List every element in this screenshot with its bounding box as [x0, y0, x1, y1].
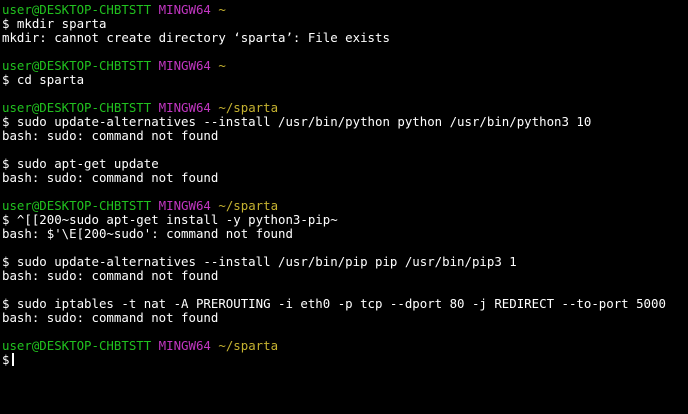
command-line: $ ^[[200~sudo apt-get install -y python3… — [2, 212, 338, 227]
prompt-path: ~/sparta — [218, 198, 279, 213]
prompt-user-host: user@DESKTOP-CHBTSTT — [2, 198, 152, 213]
command-block: $ sudo iptables -t nat -A PREROUTING -i … — [2, 297, 688, 325]
text-cursor — [12, 353, 15, 366]
command-output: bash: sudo: command not found — [2, 268, 219, 283]
prompt-symbol: $ — [2, 352, 10, 367]
prompt-shell: MINGW64 — [158, 2, 211, 17]
command-block: user@DESKTOP-CHBTSTT MINGW64 ~/sparta $ … — [2, 199, 688, 241]
prompt-line: user@DESKTOP-CHBTSTT MINGW64 ~ — [2, 59, 688, 73]
prompt-path: ~ — [218, 2, 226, 17]
command-block: user@DESKTOP-CHBTSTT MINGW64 ~/sparta $ … — [2, 101, 688, 143]
prompt-user-host: user@DESKTOP-CHBTSTT — [2, 58, 152, 73]
command-block: user@DESKTOP-CHBTSTT MINGW64 ~ $ mkdir s… — [2, 3, 688, 45]
command-line: $ cd sparta — [2, 72, 85, 87]
command-line: $ sudo update-alternatives --install /us… — [2, 254, 517, 269]
command-output: bash: sudo: command not found — [2, 170, 219, 185]
prompt-shell: MINGW64 — [158, 198, 211, 213]
prompt-line: user@DESKTOP-CHBTSTT MINGW64 ~/sparta — [2, 101, 688, 115]
command-output: bash: sudo: command not found — [2, 310, 219, 325]
command-output: bash: sudo: command not found — [2, 128, 219, 143]
command-line: $ sudo iptables -t nat -A PREROUTING -i … — [2, 296, 666, 311]
prompt-user-host: user@DESKTOP-CHBTSTT — [2, 100, 152, 115]
prompt-shell: MINGW64 — [158, 100, 211, 115]
prompt-shell: MINGW64 — [158, 58, 211, 73]
command-block: $ sudo apt-get update bash: sudo: comman… — [2, 157, 688, 185]
input-line[interactable]: $ — [2, 353, 688, 367]
prompt-line: user@DESKTOP-CHBTSTT MINGW64 ~/sparta — [2, 199, 688, 213]
prompt-line: user@DESKTOP-CHBTSTT MINGW64 ~/sparta — [2, 339, 688, 353]
prompt-line: user@DESKTOP-CHBTSTT MINGW64 ~ — [2, 3, 688, 17]
command-output: bash: $'\E[200~sudo': command not found — [2, 226, 293, 241]
current-prompt-block: user@DESKTOP-CHBTSTT MINGW64 ~/sparta $ — [2, 339, 688, 367]
terminal-window[interactable]: user@DESKTOP-CHBTSTT MINGW64 ~ $ mkdir s… — [0, 0, 688, 414]
command-block: user@DESKTOP-CHBTSTT MINGW64 ~ $ cd spar… — [2, 59, 688, 87]
command-line: $ mkdir sparta — [2, 16, 107, 31]
prompt-path: ~/sparta — [218, 338, 279, 353]
command-line: $ sudo update-alternatives --install /us… — [2, 114, 592, 129]
prompt-user-host: user@DESKTOP-CHBTSTT — [2, 2, 152, 17]
command-line: $ sudo apt-get update — [2, 156, 159, 171]
command-output: mkdir: cannot create directory ‘sparta’:… — [2, 30, 390, 45]
prompt-user-host: user@DESKTOP-CHBTSTT — [2, 338, 152, 353]
prompt-path: ~/sparta — [218, 100, 279, 115]
prompt-shell: MINGW64 — [158, 338, 211, 353]
prompt-path: ~ — [218, 58, 226, 73]
command-block: $ sudo update-alternatives --install /us… — [2, 255, 688, 283]
